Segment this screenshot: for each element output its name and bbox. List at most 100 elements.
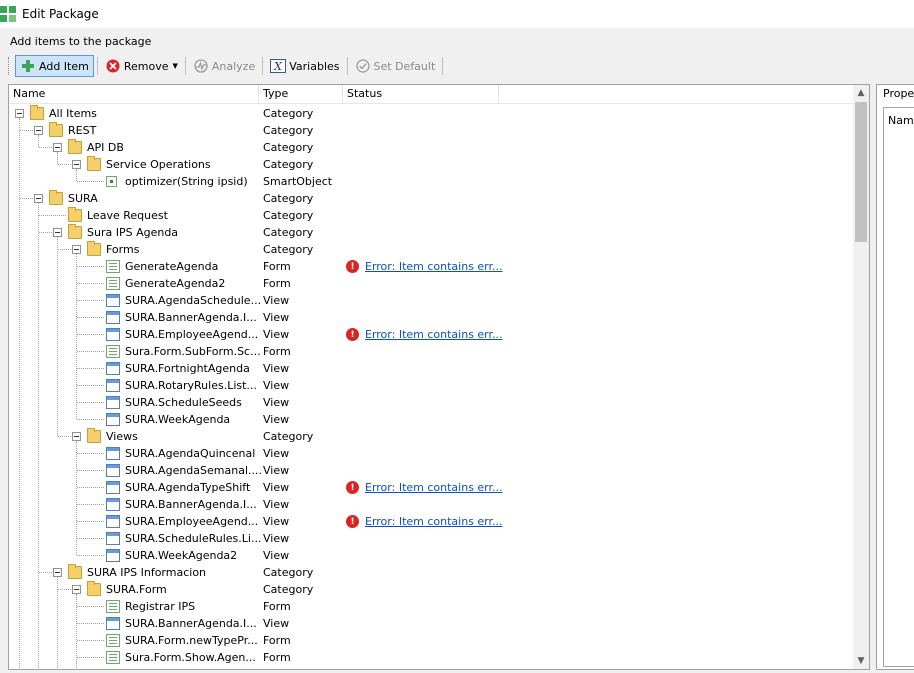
tree-node-label[interactable]: SURA.ScheduleSeeds xyxy=(125,394,242,411)
collapse-toggle-icon[interactable] xyxy=(72,160,81,169)
tree-node-label[interactable]: SURA.FortnightAgenda xyxy=(125,360,250,377)
column-header-type[interactable]: Type xyxy=(259,85,343,103)
tree-node-label[interactable]: SURA.WeekAgenda2 xyxy=(125,547,237,564)
scroll-up-icon[interactable]: ▲ xyxy=(853,85,869,101)
tree-row[interactable]: SURA.BannerAgenda.I... View xyxy=(9,615,855,632)
scroll-thumb[interactable] xyxy=(855,102,867,242)
collapse-toggle-icon[interactable] xyxy=(72,245,81,254)
tree-node-label[interactable]: SURA.AgendaTypeShift xyxy=(125,479,250,496)
tree-row[interactable]: SURA.WeekAgenda2 View xyxy=(9,547,855,564)
tree-row[interactable]: Forms Category xyxy=(9,241,855,258)
tree-node-label[interactable]: SURA.AgendaQuincenal xyxy=(125,445,255,462)
tree-node-label[interactable]: GenerateAgenda2 xyxy=(125,275,225,292)
tree-node-label[interactable]: Sura.Form.Show.Agen... xyxy=(125,649,256,666)
tree-row[interactable]: SURA.ScheduleSeeds View xyxy=(9,394,855,411)
tree-node-label[interactable]: SURA.ScheduleRules.Li... xyxy=(125,530,261,547)
tree-node-label[interactable]: SURA.EmployeeAgend... xyxy=(125,513,258,530)
tree-row[interactable]: SURA.FortnightAgenda View xyxy=(9,360,855,377)
collapse-toggle-icon[interactable] xyxy=(34,194,43,203)
tree-row[interactable]: SURA.BannerAgenda.I... View xyxy=(9,309,855,326)
tree-row[interactable]: REST Category xyxy=(9,122,855,139)
tree-connector xyxy=(58,249,73,250)
tree-row[interactable]: GenerateAgenda Form! Error: Item contains … xyxy=(9,258,855,275)
tree-node-label[interactable]: Sura.Form.SubForm.Sc... xyxy=(125,343,261,360)
error-link[interactable]: Error: Item contains err... xyxy=(365,481,503,494)
tree-row[interactable]: SURA.WeekAgenda View xyxy=(9,411,855,428)
error-link[interactable]: Error: Item contains err... xyxy=(365,328,503,341)
tree-node-label[interactable]: SURA.Form.newTypePr... xyxy=(125,632,258,649)
tree-connector xyxy=(77,453,104,454)
tree-row[interactable]: Sura IPS Agenda Category xyxy=(9,224,855,241)
tree-node-label[interactable]: SURA.EmployeeAgend... xyxy=(125,326,258,343)
collapse-toggle-icon[interactable] xyxy=(34,126,43,135)
collapse-toggle-icon[interactable] xyxy=(15,109,24,118)
tree-node-label[interactable]: All Items xyxy=(49,105,97,122)
tree-row[interactable]: Sura.Form.SubForm.Sc... Form xyxy=(9,343,855,360)
set-default-button[interactable]: Set Default xyxy=(351,55,440,77)
tree-node-label[interactable]: SURA.AgendaSemanal.... xyxy=(125,462,262,479)
error-link[interactable]: Error: Item contains err... xyxy=(365,260,503,273)
tree-row[interactable]: SURA.AgendaQuincenal View xyxy=(9,445,855,462)
scroll-down-icon[interactable]: ▼ xyxy=(853,653,869,669)
collapse-toggle-icon[interactable] xyxy=(53,228,62,237)
variables-label: Variables xyxy=(289,59,340,73)
tree-node-label[interactable]: API DB xyxy=(87,139,124,156)
tree-node-label[interactable]: Registrar IPS xyxy=(125,598,195,615)
tree-node-label[interactable]: SURA.RotaryRules.List... xyxy=(125,377,257,394)
tree-row[interactable]: SURA.EmployeeAgend... View! Error: Item co… xyxy=(9,326,855,343)
tree-row[interactable]: SURA.ScheduleRules.Li... View xyxy=(9,530,855,547)
tree-row[interactable]: Registrar IPS Form xyxy=(9,598,855,615)
tree-connector xyxy=(77,487,104,488)
package-items-tree[interactable]: Name Type Status All Items Category REST Ca… xyxy=(8,84,870,670)
tree-node-label[interactable]: SURA xyxy=(68,190,98,207)
tree-row[interactable]: Service Operations Category xyxy=(9,156,855,173)
tree-row[interactable]: SURA.AgendaSchedule... View xyxy=(9,292,855,309)
tree-node-label[interactable]: REST xyxy=(68,122,96,139)
collapse-toggle-icon[interactable] xyxy=(72,432,81,441)
collapse-toggle-icon[interactable] xyxy=(53,143,62,152)
tree-node-label[interactable]: SURA.BannerAgenda.I... xyxy=(125,309,257,326)
tree-node-label[interactable]: Views xyxy=(106,428,138,445)
column-header-name[interactable]: Name xyxy=(9,85,259,103)
tree-node-label[interactable]: Service Operations xyxy=(106,156,211,173)
tree-node-label[interactable]: Leave Request xyxy=(87,207,168,224)
tree-row[interactable]: SURA.EmployeeAgend... View! Error: Item co… xyxy=(9,513,855,530)
add-item-button[interactable]: Add Item xyxy=(15,55,94,77)
properties-grid[interactable]: Name xyxy=(883,107,914,667)
chevron-down-icon[interactable]: ▼ xyxy=(172,62,177,70)
tree-node-label[interactable]: Forms xyxy=(106,241,139,258)
error-link[interactable]: Error: Item contains err... xyxy=(365,515,503,528)
column-header-status[interactable]: Status xyxy=(343,85,499,103)
tree-row[interactable]: optimizer(String ipsid) SmartObject xyxy=(9,173,855,190)
tree-row[interactable]: SURA.AgendaSemanal.... View xyxy=(9,462,855,479)
tree-row[interactable]: API DB Category xyxy=(9,139,855,156)
variables-button[interactable]: X Variables xyxy=(266,55,343,77)
tree-row[interactable]: SURA.BannerAgenda.I... View xyxy=(9,496,855,513)
tree-node-label[interactable]: SURA.AgendaSchedule... xyxy=(125,292,261,309)
tree-row[interactable]: SURA.Form.newTypePr... Form xyxy=(9,632,855,649)
analyze-button[interactable]: Analyze xyxy=(189,55,259,77)
tree-row[interactable]: Leave Request Category xyxy=(9,207,855,224)
tree-node-label[interactable]: GenerateAgenda xyxy=(125,258,218,275)
tree-row[interactable]: Views Category xyxy=(9,428,855,445)
tree-node-label[interactable]: optimizer(String ipsid) xyxy=(125,173,248,190)
tree-row[interactable]: SURA.AgendaTypeShift View! Error: Item con… xyxy=(9,479,855,496)
tree-node-label[interactable]: SURA IPS Informacion xyxy=(87,564,206,581)
tree-node-label[interactable]: SURA.BannerAgenda.I... xyxy=(125,615,257,632)
collapse-toggle-icon[interactable] xyxy=(53,568,62,577)
tree-row[interactable]: SURA.Form Category xyxy=(9,581,855,598)
collapse-toggle-icon[interactable] xyxy=(72,585,81,594)
tree-node-label[interactable]: SURA.BannerAgenda.I... xyxy=(125,496,257,513)
tree-row[interactable]: SURA IPS Informacion Category xyxy=(9,564,855,581)
tree-row[interactable]: GenerateAgenda2 Form xyxy=(9,275,855,292)
tree-node-label[interactable]: SURA.WeekAgenda xyxy=(125,411,230,428)
remove-button[interactable]: Remove ▼ xyxy=(101,55,182,77)
tree-row[interactable]: SURA Category xyxy=(9,190,855,207)
tree-row[interactable]: Sura.Form.Show.Agen... Form xyxy=(9,649,855,666)
tree-node-label[interactable]: SURA.Form xyxy=(106,581,167,598)
vertical-scrollbar[interactable]: ▲ ▼ xyxy=(853,85,869,669)
tree-row[interactable]: SURA.RotaryRules.List... View xyxy=(9,377,855,394)
tree-row[interactable]: All Items Category xyxy=(9,105,855,122)
tree-node-label[interactable]: Sura IPS Agenda xyxy=(87,224,178,241)
form-icon xyxy=(106,634,120,647)
